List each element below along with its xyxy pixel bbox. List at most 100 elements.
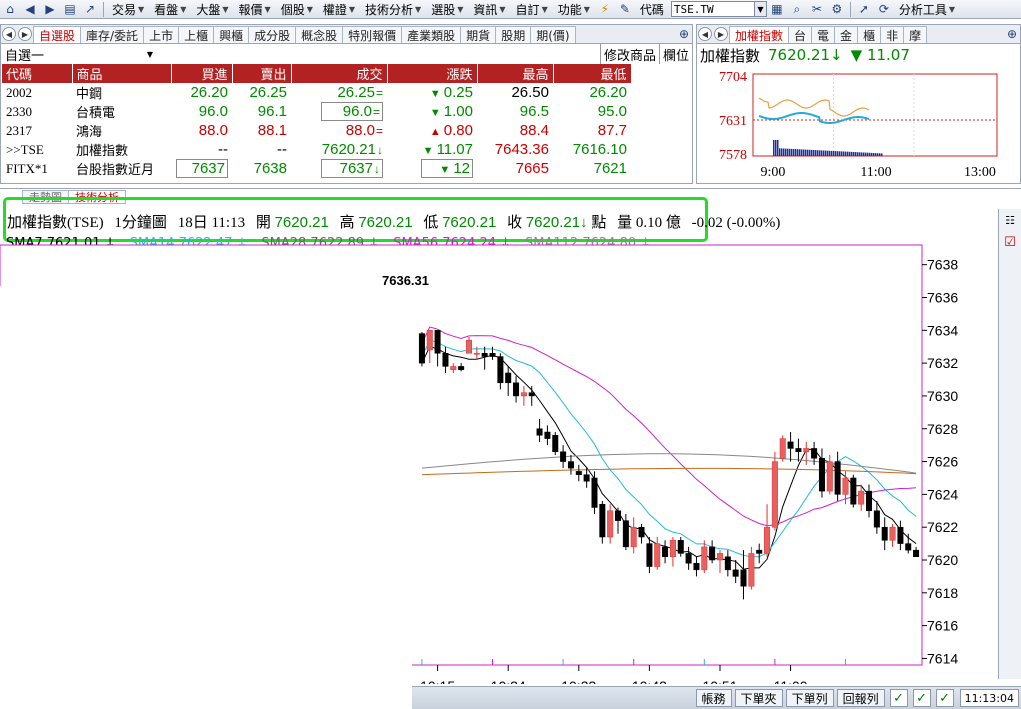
col-ask[interactable]: 賣出 [232,64,292,83]
print-icon[interactable]: ▤ [61,1,79,17]
candle-body [764,526,771,554]
menu-stock[interactable]: 個股 ▼ [276,0,318,18]
tab-watchlist[interactable]: 自選股 [33,26,82,43]
tab-index-tai[interactable]: 台 [788,26,813,43]
tab-scroll-left-icon[interactable]: ◀ [2,27,16,41]
tab-listed[interactable]: 上市 [143,26,180,43]
symbol-input[interactable] [670,1,755,17]
mini-volume-bar [815,150,817,156]
tab-index-non[interactable]: 非 [880,26,905,43]
cursor-icon[interactable]: ➚ [855,1,873,17]
cell-change: ▼ 11.07 [387,140,477,159]
tab-stock-futures[interactable]: 股期 [495,26,532,43]
check-icon[interactable]: ✓ [935,689,954,707]
tab-special-quote[interactable]: 特別報價 [342,26,403,43]
tools-icon[interactable]: ✂ [808,1,826,17]
candle-body [481,353,488,357]
menu-watch[interactable]: 看盤 ▼ [149,0,191,18]
search-icon[interactable]: ⌕ [788,1,806,17]
candle-body [654,543,661,567]
tab-emerging[interactable]: 興櫃 [213,26,250,43]
tab-index-otc[interactable]: 櫃 [857,26,882,43]
grid-icon[interactable]: ▦ [768,1,786,17]
quote-row[interactable]: 2317 鴻海 88.0 88.1 88.0= ▲ 0.80 88.4 87.7 [2,121,631,140]
menu-info[interactable]: 資訊 ▼ [468,0,510,18]
tab-index-electronics[interactable]: 電 [811,26,836,43]
chart-interval[interactable]: 1分鐘圖 [114,215,167,231]
tab-options[interactable]: 期(價) [530,26,576,43]
quote-row[interactable]: >>TSE 加權指數 -- -- 7620.21↓ ▼ 11.07 7643.36 7616.1… [2,140,631,159]
mini-volume-bar [819,150,821,156]
chevron-down-icon: ▼ [146,49,153,59]
tab-index-finance[interactable]: 金 [834,26,859,43]
tab-scroll-right-icon[interactable]: ▶ [714,27,728,41]
check-icon[interactable]: ✓ [889,689,908,707]
side-check-icon[interactable]: ☑ [999,231,1021,253]
col-name[interactable]: 商品 [72,64,172,83]
menu-warrant[interactable]: 權證 ▼ [318,0,360,18]
equal-mark: = [372,105,380,119]
col-low[interactable]: 最低 [553,64,632,83]
mini-volume-bar [835,151,837,156]
order-bar-button[interactable]: 下單列 [785,689,834,707]
forward-icon[interactable]: ▶ [41,1,59,17]
order-folder-button[interactable]: 下單夾 [734,689,783,707]
notepad-icon[interactable]: ✎ [616,1,634,17]
popout-icon[interactable]: ↗ [81,1,99,17]
back-icon[interactable]: ◀ [21,1,39,17]
tab-futures[interactable]: 期貨 [460,26,497,43]
candle-body [442,353,449,367]
menu-analysis-tools[interactable]: 分析工具 ▼ [894,0,960,18]
mini-volume-bar [805,149,807,156]
lightning-icon[interactable]: ⚡ [596,1,614,17]
tab-industry[interactable]: 產業類股 [401,26,462,43]
menu-custom[interactable]: 自訂 ▼ [511,0,553,18]
col-code[interactable]: 代碼 [2,64,73,83]
menu-function[interactable]: 功能 ▼ [553,0,595,18]
tab-components[interactable]: 成分股 [248,26,297,43]
menu-market[interactable]: 大盤 ▼ [191,0,233,18]
col-change[interactable]: 漲跌 [387,64,478,83]
candle-body [693,563,700,571]
add-panel-icon[interactable]: ⊕ [1007,27,1017,41]
group-select[interactable]: 自選一 ▼ [5,45,153,64]
tab-index-msci[interactable]: 摩 [903,26,928,43]
volume-value: 0.10 [635,215,663,231]
add-panel-icon[interactable]: ⊕ [679,27,689,41]
tab-otc[interactable]: 上櫃 [178,26,215,43]
mini-volume-bar [845,151,847,156]
menu-screener[interactable]: 選股 ▼ [426,0,468,18]
quote-row[interactable]: 2002 中鋼 26.20 26.25 26.25= ▼ 0.25 26.50 26.20 [2,83,631,102]
refresh-icon[interactable]: ⟳ [875,1,893,17]
cell-bid: 96.0 [171,102,232,121]
col-last[interactable]: 成交 [291,64,388,83]
y-tick-label: 7614 [927,650,958,666]
tab-scroll-right-icon[interactable]: ▶ [18,27,32,41]
menu-technical[interactable]: 技術分析 ▼ [360,0,426,18]
columns-button[interactable]: 欄位 [658,44,692,64]
chevron-down-icon[interactable]: ▼ [754,1,767,17]
edit-products-button[interactable]: 修改商品 [599,44,659,64]
arrow-down-icon: ↓ [580,214,588,231]
side-tab-icon[interactable]: ☷ [999,209,1021,231]
menu-label: 技術分析 [365,2,414,17]
tab-scroll-left-icon[interactable]: ◀ [698,27,712,41]
home-icon[interactable]: ⌂ [1,1,19,17]
index-change-wrap: ▼ 11.07 [851,46,910,64]
account-button[interactable]: 帳務 [695,689,732,707]
col-bid[interactable]: 買進 [171,64,233,83]
quote-table-body: 2002 中鋼 26.20 26.25 26.25= ▼ 0.25 26.50 26.20 233… [2,83,631,178]
tab-weighted-index[interactable]: 加權指數 [729,26,790,43]
menu-quote[interactable]: 報價 ▼ [234,0,276,18]
col-high[interactable]: 最高 [477,64,554,83]
tab-inventory[interactable]: 庫存/委託 [80,26,145,43]
mini-volume-bar [787,148,789,156]
check-icon[interactable]: ✓ [912,689,931,707]
quote-row[interactable]: 2330 台積電 96.0 96.1 96.0= ▼ 1.00 96.5 95.0 [2,102,631,121]
cell-last-value: 26.25= [337,84,383,101]
quote-row[interactable]: FITX*1 台股指數近月 7637 7638 7637↓ ▼ 12 7665 7621 [2,159,631,178]
menu-trade[interactable]: 交易 ▼ [107,0,149,18]
tab-concept[interactable]: 概念股 [295,26,344,43]
report-bar-button[interactable]: 回報列 [836,689,885,707]
settings-icon[interactable]: ⚙ [828,1,846,17]
